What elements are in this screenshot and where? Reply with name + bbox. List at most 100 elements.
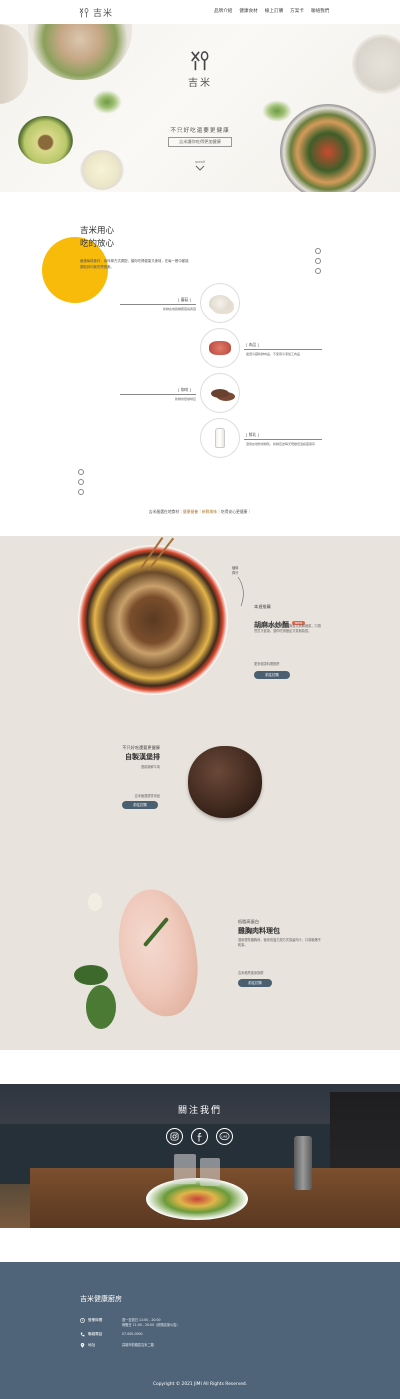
footer-title: 吉米健康廚房 [80, 1295, 122, 1303]
tagline-prefix: 吉米嚴選在地食材｜ [148, 509, 183, 514]
footer-phone-label-group: 聯絡電話 [80, 1332, 116, 1337]
phone-icon [80, 1332, 85, 1337]
milk-bottle-icon [215, 428, 225, 448]
basil-leaf-image-2 [86, 985, 116, 1029]
copyright-text: Copyright © 2021 JIMI All Rights Reserve… [152, 1382, 248, 1387]
product-link[interactable]: 吉米推薦健身族群 [238, 971, 264, 976]
nav-item-brand[interactable]: 品牌介紹 [214, 8, 232, 14]
avocado-image [18, 116, 73, 164]
drink-glass-image [80, 150, 124, 190]
product-name: 雞胸肉料理包 [238, 927, 280, 935]
ingredient-name: [ 咖啡 ] [178, 387, 191, 392]
ingredient-divider [244, 349, 322, 350]
care-heading: 吉米用心 吃的放心 [80, 225, 114, 251]
bottle-image [294, 1136, 312, 1190]
basil-leaf-image [74, 965, 108, 985]
ingredient-description: 嚴選冷藏新鮮肉品，不使用冷凍加工肉品 [246, 352, 301, 356]
garlic-image [88, 893, 102, 911]
footer-phone-value[interactable]: 07-000-0000 [122, 1332, 143, 1337]
footer-address-value: 高雄市前鎮區吉米二路 [122, 1343, 154, 1347]
product-description: 選用優質雞胸肉，使用低溫烹調方式保留肉汁，口感軟嫩不乾柴。 [238, 938, 321, 947]
footer-address-label: 地址 [88, 1343, 96, 1347]
tagline-highlight-2: 新鮮美味 [201, 509, 218, 514]
utensils-icon [79, 7, 89, 17]
order-button[interactable]: 前往訂購 [122, 801, 158, 809]
ingredient-coffee-image [200, 373, 240, 413]
curved-arrow-icon [237, 576, 244, 607]
product-tag: 不只好吃還要更健康 [122, 745, 160, 750]
order-button[interactable]: 前往訂購 [254, 671, 290, 679]
noodle-plate-image [78, 545, 228, 695]
location-pin-icon [80, 1343, 85, 1348]
pagination-dot[interactable] [315, 248, 321, 254]
pagination-dot[interactable] [315, 258, 321, 264]
instagram-icon [170, 1132, 179, 1141]
product-tag: 低脂高蛋白 [238, 919, 259, 924]
nav-item-order[interactable]: 線上訂購 [265, 8, 283, 14]
meat-icon [209, 341, 231, 355]
header-brand: 吉米 [93, 9, 114, 19]
footer-hours-value: 週一至週日 11:00 - 20:00 例假日 11:00 - 20:00（依照… [122, 1318, 180, 1327]
footer-address-label-group: 地址 [80, 1343, 116, 1348]
nav-item-ingredients[interactable]: 健康食材 [239, 8, 257, 14]
line-icon: LINE [219, 1132, 230, 1141]
ingredient-name: [ 肉品 ] [246, 342, 259, 347]
pagination-dot[interactable] [78, 489, 84, 495]
glass-image [174, 1154, 196, 1184]
hero-logo: 吉米 [180, 50, 220, 89]
main-nav: 品牌介紹 健康食材 線上訂購 方案卡 聯絡我們 [214, 8, 329, 14]
ingredient-mushroom-image [200, 283, 240, 323]
hero-subtitle-button[interactable]: 吉米讓你吃得更加健康 [168, 137, 232, 147]
site-header: 吉米 品牌介紹 健康食材 線上訂購 方案卡 聯絡我們 [0, 0, 400, 24]
mushroom-icon [209, 295, 231, 311]
footer-address-row: 地址 高雄市前鎮區吉米二路 [80, 1343, 154, 1348]
scroll-label: scroll [195, 160, 205, 164]
hero-title: 不只好吃還要更健康 [170, 128, 230, 134]
facebook-button[interactable] [191, 1128, 208, 1145]
instagram-button[interactable] [166, 1128, 183, 1145]
ingredients-tagline: 吉米嚴選在地食材｜健康營養｜新鮮美味｜吃得安心更健康｜ [100, 509, 300, 515]
product-description: 選用新鮮牛肉 [140, 765, 160, 769]
product-link[interactable]: 更多健康料理推薦 [254, 662, 280, 667]
utensils-icon [191, 51, 209, 71]
product-tag: 本週推薦 [254, 604, 271, 609]
burger-patty-image [188, 746, 262, 818]
coffee-bean-icon [211, 388, 229, 398]
ingredient-description: 新鮮在地栽種蘑菇與香菇 [162, 307, 196, 311]
salad-bowl-image [28, 24, 132, 80]
line-button[interactable]: LINE [216, 1128, 233, 1145]
follow-title: 關注我們 [177, 1106, 222, 1116]
herb-plate-image [352, 34, 400, 94]
nav-item-contact[interactable]: 聯絡我們 [311, 8, 329, 14]
veggie-bowl-image [280, 104, 376, 192]
footer-hours-label: 營業時間 [88, 1318, 103, 1322]
pagination-dot[interactable] [315, 268, 321, 274]
tagline-suffix: ｜吃得安心更健康｜ [217, 509, 252, 514]
side-note: 麵條 彈牙 [232, 566, 239, 575]
footer-hours-label-group: 營業時間 [80, 1318, 116, 1323]
order-button[interactable]: 前往訂購 [238, 979, 272, 987]
ingredient-name: [ 蘑菇 ] [178, 297, 191, 302]
product-link[interactable]: 吉米嚴選優質肉品 [100, 794, 161, 799]
ingredient-divider [120, 394, 196, 395]
facebook-icon [197, 1132, 202, 1141]
herb-leaves-image-2 [262, 100, 292, 122]
care-description: 嚴選每樣食材，用科學方式調配，讓你吃得健康又美味，在每一餐中都能攝取到均衡的營養… [80, 259, 189, 269]
greens-bowl-image [0, 24, 28, 104]
nav-item-plan[interactable]: 方案卡 [290, 8, 304, 14]
ingredient-description: 選用在地牧場鮮乳，新鮮直送每天現做低溫殺菌保存 [246, 442, 316, 446]
scroll-indicator[interactable]: scroll [186, 160, 214, 172]
footer-phone-row: 聯絡電話 07-000-0000 [80, 1332, 143, 1337]
ingredient-divider [244, 439, 322, 440]
glass-image-2 [200, 1158, 220, 1186]
care-heading-line2: 吃的放心 [80, 239, 115, 249]
product-name: 自製漢堡排 [125, 753, 160, 761]
ingredient-divider [120, 304, 196, 305]
site-footer [0, 1262, 400, 1399]
ingredient-milk-image [200, 418, 240, 458]
pagination-dot[interactable] [78, 479, 84, 485]
ingredient-description: 新鮮烘焙咖啡豆 [174, 397, 196, 401]
tagline-highlight-1: 健康營養 [182, 509, 199, 514]
header-logo[interactable]: 吉米 [78, 6, 113, 19]
pagination-dot[interactable] [78, 469, 84, 475]
